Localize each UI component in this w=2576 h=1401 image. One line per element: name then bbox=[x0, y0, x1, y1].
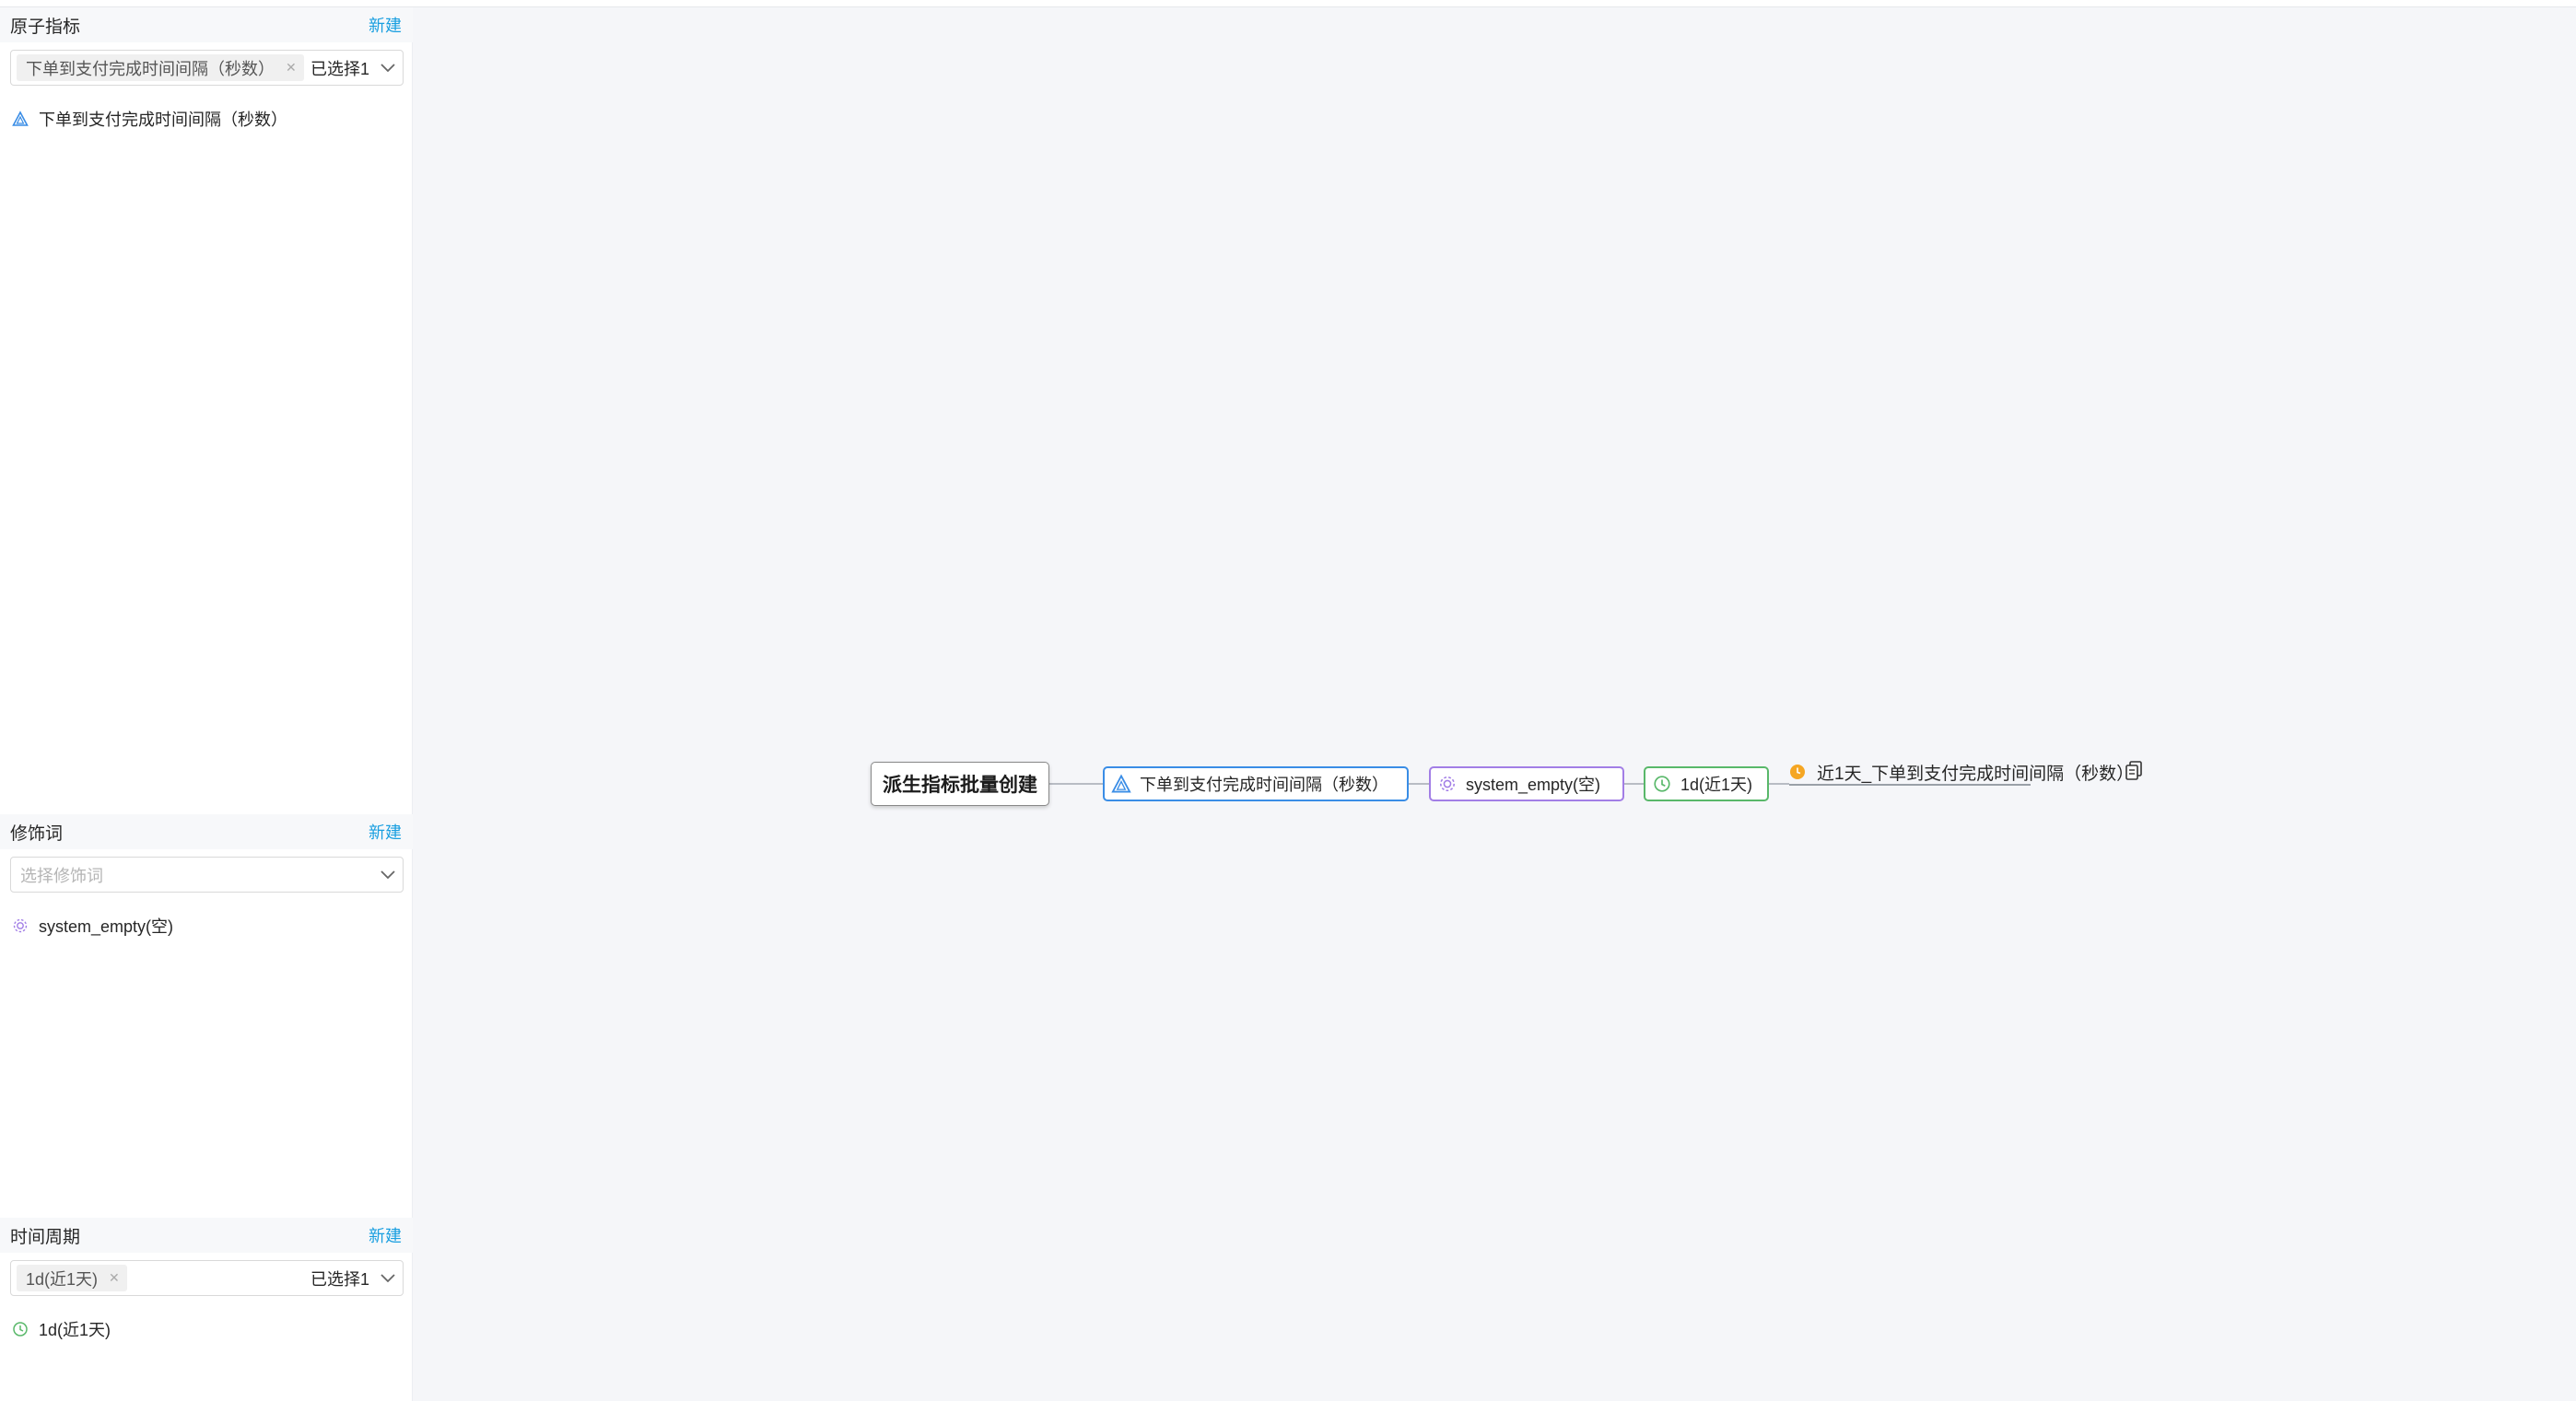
gear-icon bbox=[11, 916, 29, 935]
triangle-icon bbox=[1110, 773, 1132, 795]
time-period-section: 时间周期 新建 1d(近1天) ✕ 已选择1 1d(近1天) bbox=[0, 1218, 413, 1339]
period-select[interactable]: 1d(近1天) ✕ 已选择1 bbox=[10, 1260, 404, 1296]
atomic-node[interactable]: 下单到支付完成时间间隔（秒数） bbox=[1103, 766, 1409, 801]
top-border bbox=[0, 0, 2576, 7]
section-header: 时间周期 新建 bbox=[0, 1218, 413, 1253]
new-modifier-button[interactable]: 新建 bbox=[369, 820, 402, 844]
section-header: 修饰词 新建 bbox=[0, 814, 413, 849]
new-atomic-button[interactable]: 新建 bbox=[369, 13, 402, 37]
root-node[interactable]: 派生指标批量创建 bbox=[871, 762, 1049, 806]
tag-remove-icon[interactable]: ✕ bbox=[109, 1270, 120, 1286]
connector-line bbox=[1624, 783, 1644, 785]
clock-icon bbox=[11, 1320, 29, 1338]
clock-icon bbox=[1651, 773, 1673, 795]
modifier-node[interactable]: system_empty(空) bbox=[1429, 766, 1624, 801]
atomic-metric-section: 原子指标 新建 下单到支付完成时间间隔（秒数） ✕ 已选择1 下单到支付完成时间… bbox=[0, 7, 413, 129]
selected-count: 已选择1 bbox=[310, 1269, 369, 1289]
chevron-down-icon[interactable] bbox=[379, 59, 397, 77]
item-label: 1d(近1天) bbox=[39, 1321, 111, 1339]
selected-tag: 1d(近1天) ✕ bbox=[17, 1265, 127, 1291]
period-list-item[interactable]: 1d(近1天) bbox=[11, 1317, 111, 1341]
clock-warning-icon bbox=[1790, 765, 1805, 779]
section-title: 时间周期 bbox=[10, 1227, 81, 1247]
chevron-down-icon[interactable] bbox=[379, 866, 397, 884]
atomic-list-item[interactable]: 下单到支付完成时间间隔（秒数） bbox=[11, 107, 287, 131]
atomic-select[interactable]: 下单到支付完成时间间隔（秒数） ✕ 已选择1 bbox=[10, 50, 404, 86]
item-label: system_empty(空) bbox=[39, 917, 174, 936]
modifier-section: 修饰词 新建 选择修饰词 system_empty(空) bbox=[0, 814, 413, 936]
gear-icon bbox=[1436, 773, 1458, 795]
tag-label: 1d(近1天) bbox=[26, 1269, 99, 1289]
modifier-select[interactable]: 选择修饰词 bbox=[10, 857, 404, 893]
node-label: system_empty(空) bbox=[1466, 776, 1601, 794]
node-label: 下单到支付完成时间间隔（秒数） bbox=[1140, 776, 1388, 794]
item-label: 下单到支付完成时间间隔（秒数） bbox=[39, 111, 287, 129]
select-placeholder: 选择修饰词 bbox=[20, 866, 103, 885]
result-node[interactable]: 近1天_下单到支付完成时间间隔（秒数） bbox=[1789, 757, 2134, 787]
selected-tag: 下单到支付完成时间间隔（秒数） ✕ bbox=[17, 54, 304, 81]
section-title: 原子指标 bbox=[10, 17, 81, 37]
connector-line bbox=[1049, 783, 1103, 785]
triangle-icon bbox=[11, 110, 29, 128]
section-title: 修饰词 bbox=[10, 823, 64, 844]
sidebar: 原子指标 新建 下单到支付完成时间间隔（秒数） ✕ 已选择1 下单到支付完成时间… bbox=[0, 7, 413, 1401]
mindmap-canvas[interactable]: 派生指标批量创建 下单到支付完成时间间隔（秒数） system_empty(空)… bbox=[414, 7, 2576, 1401]
result-underline bbox=[1789, 784, 2031, 786]
node-label: 1d(近1天) bbox=[1680, 776, 1753, 794]
connector-line bbox=[1409, 783, 1429, 785]
copy-icon[interactable] bbox=[2125, 761, 2143, 781]
section-header: 原子指标 新建 bbox=[0, 7, 413, 42]
modifier-list-item[interactable]: system_empty(空) bbox=[11, 914, 173, 938]
connector-line bbox=[1769, 783, 1789, 785]
result-label: 近1天_下单到支付完成时间间隔（秒数） bbox=[1817, 764, 2135, 784]
selected-count: 已选择1 bbox=[310, 59, 369, 78]
tag-label: 下单到支付完成时间间隔（秒数） bbox=[26, 59, 275, 78]
tag-remove-icon[interactable]: ✕ bbox=[286, 60, 297, 76]
new-period-button[interactable]: 新建 bbox=[369, 1223, 402, 1247]
period-node[interactable]: 1d(近1天) bbox=[1644, 766, 1769, 801]
chevron-down-icon[interactable] bbox=[379, 1269, 397, 1288]
